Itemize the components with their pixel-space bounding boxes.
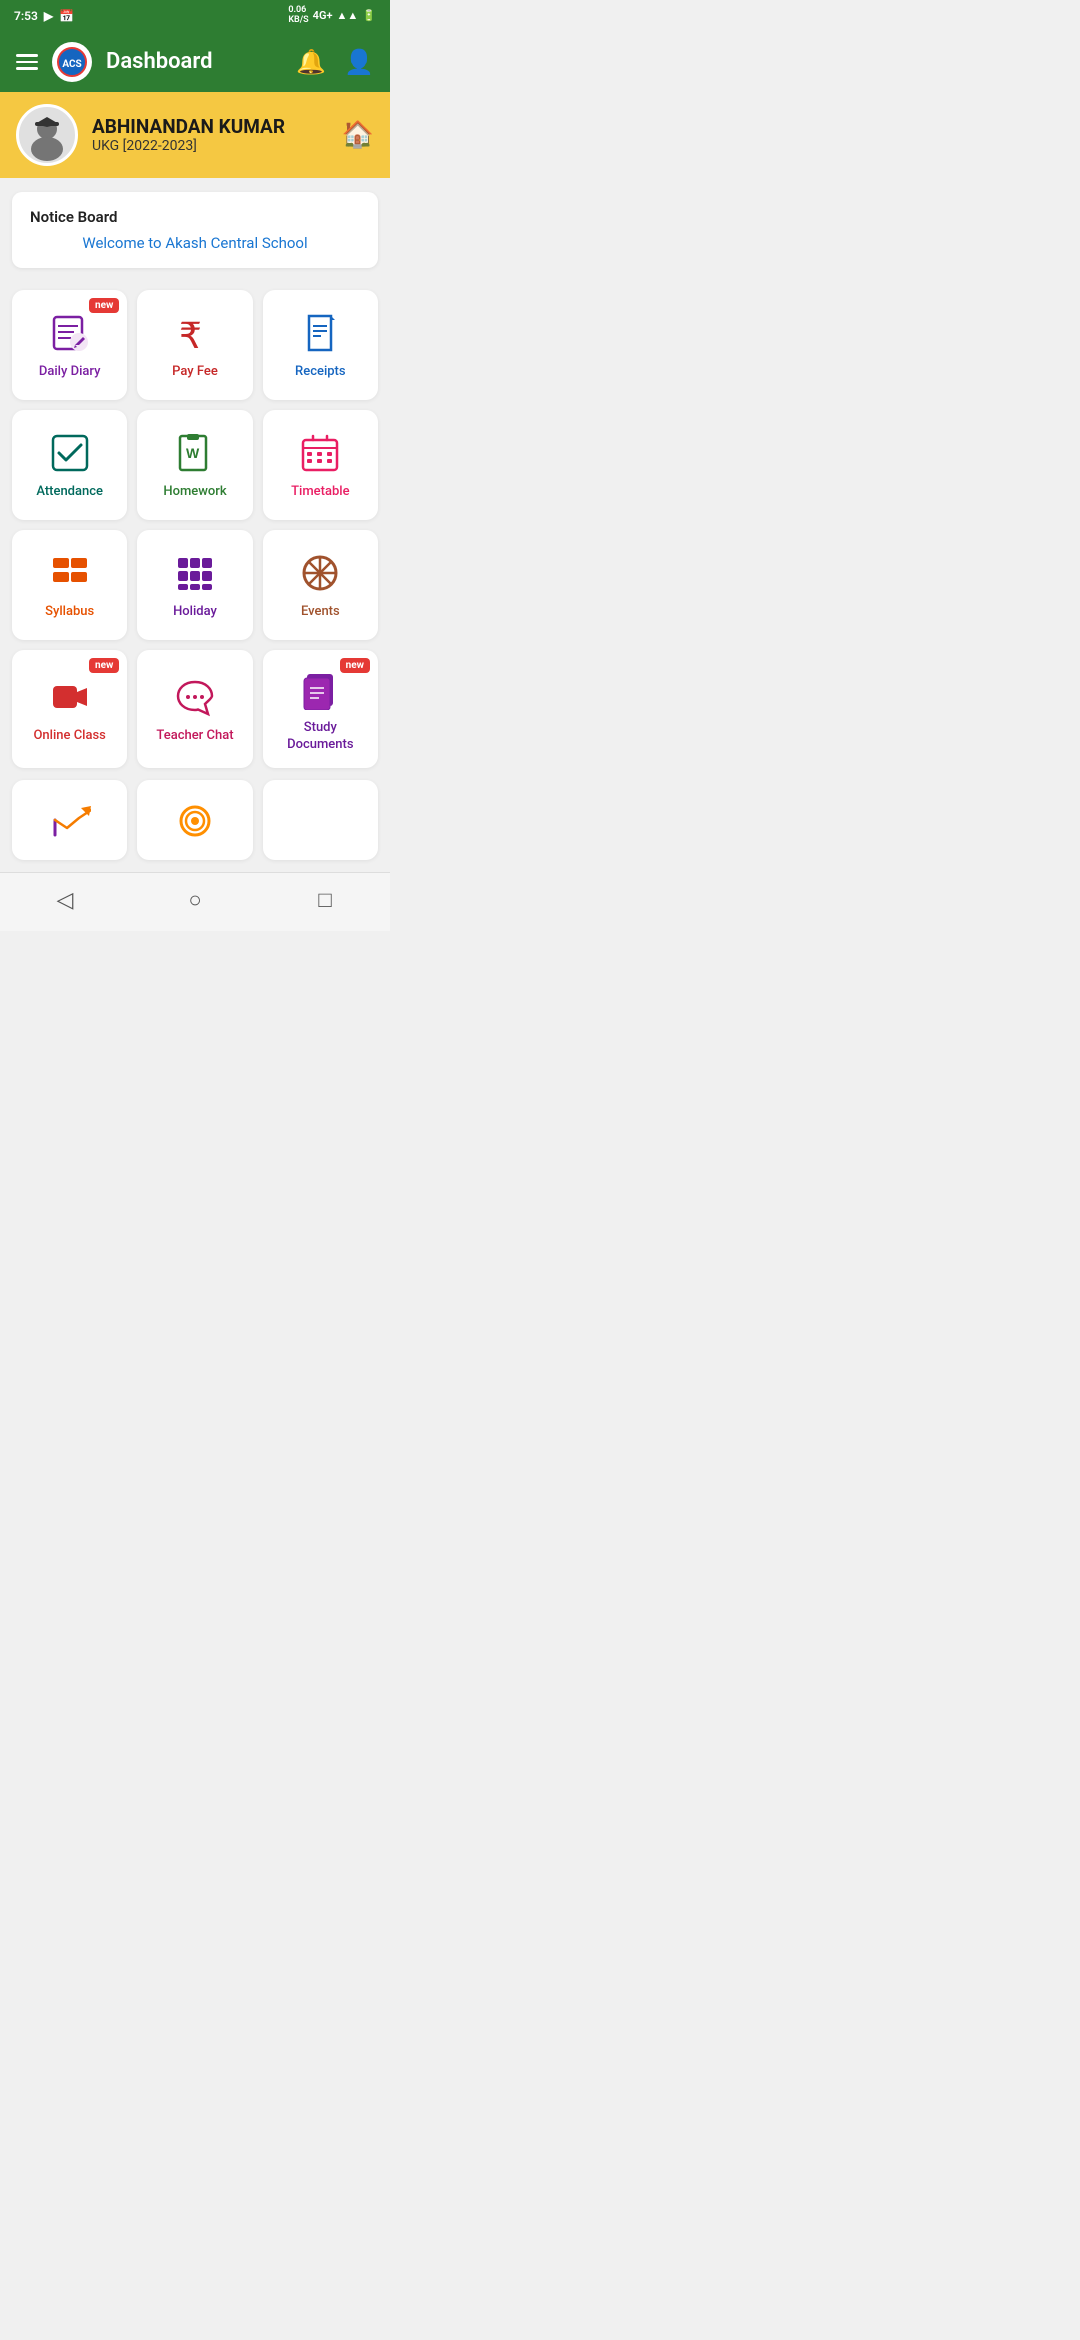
profile-name: ABHINANDAN KUMAR — [92, 115, 328, 138]
dashboard-grid: new Daily Diary ₹ Pay Fee Receipts — [0, 282, 390, 780]
attendance-label: Attendance — [36, 484, 103, 501]
recent-apps-button[interactable]: □ — [300, 885, 350, 915]
study-documents-label: StudyDocuments — [287, 720, 353, 754]
syllabus-label: Syllabus — [45, 604, 94, 621]
nav-icons: 🔔 👤 — [296, 48, 374, 76]
daily-diary-label: Daily Diary — [39, 364, 101, 381]
homework-button[interactable]: W Homework — [137, 410, 252, 520]
events-label: Events — [301, 604, 340, 621]
attendance-button[interactable]: Attendance — [12, 410, 127, 520]
placeholder-button — [263, 780, 378, 860]
status-bar-left: 7:53 ▶ 📅 — [14, 9, 74, 23]
new-badge-study: new — [340, 658, 370, 673]
back-button[interactable]: ◁ — [40, 885, 90, 915]
homework-label: Homework — [163, 484, 226, 501]
svg-text:₹: ₹ — [179, 315, 202, 354]
status-bar: 7:53 ▶ 📅 0.06KB/S 4G+ ▲▲ 🔋 — [0, 0, 390, 32]
notice-board: Notice Board Welcome to Akash Central Sc… — [12, 192, 378, 268]
signal-icon: ▲▲ — [337, 9, 359, 22]
online-class-button[interactable]: new Online Class — [12, 650, 127, 768]
syllabus-button[interactable]: Syllabus — [12, 530, 127, 640]
holiday-label: Holiday — [173, 604, 217, 621]
profile-info: ABHINANDAN KUMAR UKG [2022-2023] — [92, 115, 328, 154]
daily-diary-button[interactable]: new Daily Diary — [12, 290, 127, 400]
pay-fee-button[interactable]: ₹ Pay Fee — [137, 290, 252, 400]
notification-icon[interactable]: 🔔 — [296, 48, 326, 76]
holiday-button[interactable]: Holiday — [137, 530, 252, 640]
study-documents-button[interactable]: new StudyDocuments — [263, 650, 378, 768]
time: 7:53 — [14, 9, 38, 23]
status-bar-right: 0.06KB/S 4G+ ▲▲ 🔋 — [288, 6, 376, 26]
bottom-nav: ◁ ○ □ — [0, 872, 390, 931]
receipts-label: Receipts — [295, 364, 346, 381]
play-icon: ▶ — [44, 9, 53, 23]
online-class-label: Online Class — [33, 728, 105, 745]
result-button[interactable] — [12, 780, 127, 860]
svg-text:ACS: ACS — [62, 59, 81, 70]
timetable-label: Timetable — [291, 484, 349, 501]
teacher-chat-button[interactable]: Teacher Chat — [137, 650, 252, 768]
timetable-button[interactable]: Timetable — [263, 410, 378, 520]
profile-banner: ABHINANDAN KUMAR UKG [2022-2023] 🏠 — [0, 92, 390, 178]
teacher-chat-label: Teacher Chat — [156, 728, 233, 745]
top-nav: ACS Dashboard 🔔 👤 — [0, 32, 390, 92]
speed: 0.06KB/S — [288, 6, 308, 26]
avatar — [16, 104, 78, 166]
home-nav-button[interactable]: ○ — [170, 885, 220, 915]
receipts-button[interactable]: Receipts — [263, 290, 378, 400]
notice-board-title: Notice Board — [30, 208, 360, 226]
battery-icon: 🔋 — [362, 9, 376, 22]
hamburger-menu[interactable] — [16, 54, 38, 70]
school-logo: ACS — [52, 42, 92, 82]
partial-row — [0, 780, 390, 868]
profile-class: UKG [2022-2023] — [92, 138, 328, 154]
user-icon[interactable]: 👤 — [344, 48, 374, 76]
calendar-icon: 📅 — [59, 9, 74, 23]
new-badge: new — [89, 298, 119, 313]
home-button[interactable]: 🏠 — [342, 120, 374, 150]
pay-fee-label: Pay Fee — [172, 364, 218, 381]
events-button[interactable]: Events — [263, 530, 378, 640]
new-badge-online: new — [89, 658, 119, 673]
svg-text:W: W — [186, 445, 200, 461]
page-title: Dashboard — [106, 49, 282, 74]
network-icon: 4G+ — [313, 9, 333, 22]
messages-button[interactable] — [137, 780, 252, 860]
notice-board-message: Welcome to Akash Central School — [30, 234, 360, 252]
